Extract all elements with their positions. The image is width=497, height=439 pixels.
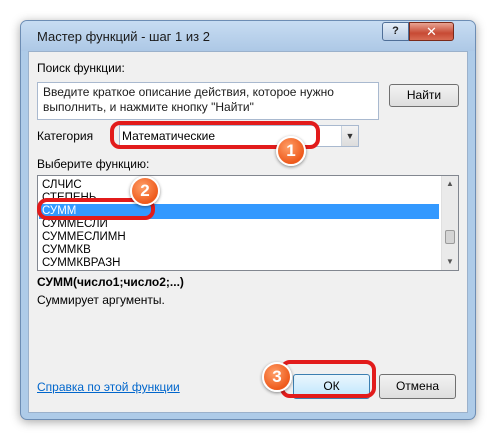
function-wizard-dialog: Мастер функций - шаг 1 из 2 ? ✕ Поиск фу… [20,20,476,420]
category-label: Категория [37,129,94,143]
chevron-down-icon[interactable]: ▼ [341,126,358,146]
step-badge-1: 1 [276,136,306,166]
step-badge-2: 2 [130,176,160,206]
search-input[interactable]: Введите краткое описание действия, котор… [37,82,379,120]
scroll-thumb[interactable] [445,230,455,244]
help-button[interactable]: ? [382,22,409,41]
scroll-down-icon[interactable]: ▼ [442,254,458,270]
step-badge-3: 3 [262,362,292,392]
search-label: Поиск функции: [37,61,125,75]
find-button[interactable]: Найти [389,84,459,107]
function-listbox[interactable]: СЛЧИС СТЕПЕНЬ СУММ СУММЕСЛИ СУММЕСЛИМН С… [37,175,459,271]
scroll-up-icon[interactable]: ▲ [442,176,458,192]
function-description: Суммирует аргументы. [37,293,165,307]
close-button[interactable]: ✕ [409,22,454,41]
function-signature: СУММ(число1;число2;...) [37,275,184,289]
cancel-button[interactable]: Отмена [379,374,456,399]
list-scrollbar[interactable]: ▲ ▼ [441,176,458,270]
ok-highlight [280,360,376,398]
function-list-label: Выберите функцию: [37,157,150,171]
dialog-title: Мастер функций - шаг 1 из 2 [37,29,210,44]
dialog-body: Поиск функции: Введите краткое описание … [28,51,468,413]
title-bar: Мастер функций - шаг 1 из 2 ? ✕ [21,21,475,51]
help-link[interactable]: Справка по этой функции [37,380,180,394]
list-item[interactable]: СУММКВРАЗН [39,256,419,270]
